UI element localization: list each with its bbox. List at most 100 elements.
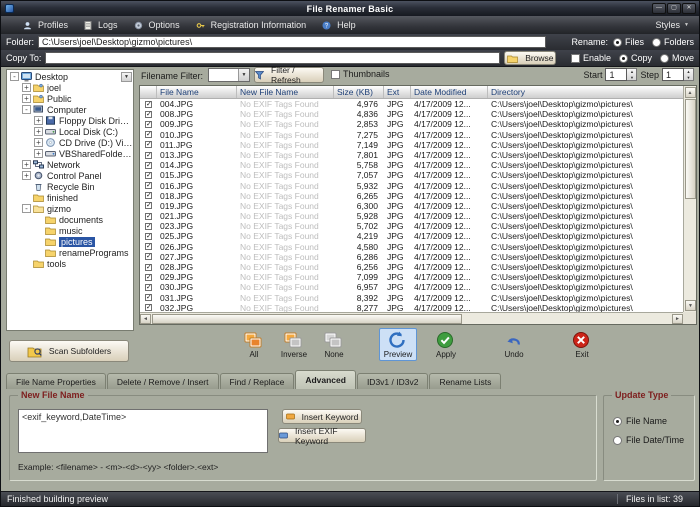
copy-to-input[interactable] [45, 52, 500, 64]
insert-keyword-button[interactable]: Insert Keyword [282, 409, 362, 424]
scroll-left-button[interactable]: ◄ [140, 314, 151, 324]
tab-find-replace[interactable]: Find / Replace [220, 373, 295, 389]
tree-item-cd-drive-d-virtualbox-guest[interactable]: +CD Drive (D:) VirtualBox Guest [7, 137, 133, 148]
tab-id3v1-id3v2[interactable]: ID3v1 / ID3v2 [357, 373, 429, 389]
table-row[interactable]: ✓023.JPGNo EXIF Tags Found5,702JPG4/17/2… [140, 221, 683, 231]
enable-checkbox[interactable] [571, 54, 580, 63]
maximize-button[interactable]: ▢ [667, 3, 681, 14]
tree-expand-toggle[interactable]: + [34, 127, 43, 136]
row-checkbox[interactable]: ✓ [145, 253, 152, 260]
table-row[interactable]: ✓004.JPGNo EXIF Tags Found4,976JPG4/17/2… [140, 99, 683, 109]
table-row[interactable]: ✓011.JPGNo EXIF Tags Found7,149JPG4/17/2… [140, 140, 683, 150]
tree-expand-toggle[interactable]: + [34, 149, 43, 158]
tree-expand-toggle[interactable]: + [34, 138, 43, 147]
row-checkbox[interactable]: ✓ [145, 284, 152, 291]
table-row[interactable]: ✓008.JPGNo EXIF Tags Found4,836JPG4/17/2… [140, 109, 683, 119]
minimize-button[interactable]: — [652, 3, 666, 14]
tree-item-pictures[interactable]: pictures [7, 236, 133, 247]
action-button-none[interactable]: None [315, 328, 353, 361]
rename-folders-radio[interactable] [652, 38, 661, 47]
table-row[interactable]: ✓016.JPGNo EXIF Tags Found5,932JPG4/17/2… [140, 181, 683, 191]
column-header-file-name[interactable]: File Name [157, 86, 237, 98]
action-button-all[interactable]: All [235, 328, 273, 361]
step-input[interactable] [662, 68, 684, 81]
tree-item-music[interactable]: music [7, 225, 133, 236]
insert-exif-keyword-button[interactable]: Insert EXIF Keyword [278, 428, 366, 443]
down-arrow-icon[interactable]: ▼ [627, 75, 636, 81]
row-checkbox[interactable]: ✓ [145, 294, 152, 301]
tree-item-public[interactable]: +Public [7, 93, 133, 104]
table-row[interactable]: ✓019.JPGNo EXIF Tags Found6,300JPG4/17/2… [140, 201, 683, 211]
column-header-directory[interactable]: Directory [488, 86, 683, 98]
tree-item-network[interactable]: +Network [7, 159, 133, 170]
column-header-select[interactable] [140, 86, 157, 98]
table-row[interactable]: ✓029.JPGNo EXIF Tags Found7,099JPG4/17/2… [140, 272, 683, 282]
row-checkbox[interactable]: ✓ [145, 213, 152, 220]
row-checkbox[interactable]: ✓ [145, 274, 152, 281]
table-row[interactable]: ✓030.JPGNo EXIF Tags Found6,957JPG4/17/2… [140, 282, 683, 292]
copy-radio[interactable] [619, 54, 628, 63]
action-button-undo[interactable]: Undo [495, 328, 533, 361]
table-row[interactable]: ✓027.JPGNo EXIF Tags Found6,286JPG4/17/2… [140, 252, 683, 262]
table-row[interactable]: ✓026.JPGNo EXIF Tags Found4,580JPG4/17/2… [140, 242, 683, 252]
scroll-down-button[interactable]: ▼ [685, 300, 696, 311]
tree-item-floppy-disk-drive-a[interactable]: +Floppy Disk Drive (A:) [7, 115, 133, 126]
tab-file-name-properties[interactable]: File Name Properties [6, 373, 106, 389]
horizontal-scrollbar[interactable]: ◄ ► [140, 312, 683, 324]
tree-item-computer[interactable]: -Computer [7, 104, 133, 115]
chevron-down-icon[interactable]: ▼ [121, 72, 132, 82]
row-checkbox[interactable]: ✓ [145, 264, 152, 271]
tab-delete-remove-insert[interactable]: Delete / Remove / Insert [107, 373, 219, 389]
thumbnails-checkbox[interactable] [331, 70, 340, 79]
move-radio[interactable] [660, 54, 669, 63]
tree-expand-toggle[interactable]: - [22, 204, 31, 213]
tab-advanced[interactable]: Advanced [295, 370, 356, 389]
column-header-ext[interactable]: Ext [384, 86, 411, 98]
scroll-right-button[interactable]: ► [672, 314, 683, 324]
action-button-preview[interactable]: Preview [379, 328, 417, 361]
tree-expand-toggle[interactable]: + [34, 116, 43, 125]
column-header-new-file-name[interactable]: New File Name [237, 86, 334, 98]
row-checkbox[interactable]: ✓ [145, 172, 152, 179]
tree-item-desktop[interactable]: -Desktop▼ [7, 71, 133, 82]
row-checkbox[interactable]: ✓ [145, 121, 152, 128]
row-checkbox[interactable]: ✓ [145, 101, 152, 108]
tree-expand-toggle[interactable]: + [22, 160, 31, 169]
start-stepper[interactable]: ▲▼ [627, 68, 637, 81]
tree-item-finished[interactable]: finished [7, 192, 133, 203]
tree-item-tools[interactable]: tools [7, 258, 133, 269]
rename-files-radio[interactable] [613, 38, 622, 47]
tree-item-documents[interactable]: documents [7, 214, 133, 225]
row-checkbox[interactable]: ✓ [145, 233, 152, 240]
row-checkbox[interactable]: ✓ [145, 141, 152, 148]
menu-item-help[interactable]: ?Help [314, 16, 364, 34]
filter-refresh-button[interactable]: Filter / Refresh [254, 67, 324, 83]
row-checkbox[interactable]: ✓ [145, 111, 152, 118]
scrollbar-thumb[interactable] [685, 99, 696, 199]
column-header-size-kb[interactable]: Size (KB) [334, 86, 384, 98]
row-checkbox[interactable]: ✓ [145, 223, 152, 230]
filename-filter-combo[interactable]: ▼ [208, 68, 250, 82]
action-button-exit[interactable]: Exit [563, 328, 601, 361]
close-button[interactable]: ✕ [682, 3, 696, 14]
tree-item-recycle-bin[interactable]: Recycle Bin [7, 181, 133, 192]
table-row[interactable]: ✓015.JPGNo EXIF Tags Found7,057JPG4/17/2… [140, 170, 683, 180]
row-checkbox[interactable]: ✓ [145, 192, 152, 199]
table-row[interactable]: ✓028.JPGNo EXIF Tags Found6,256JPG4/17/2… [140, 262, 683, 272]
row-checkbox[interactable]: ✓ [145, 131, 152, 138]
menu-item-options[interactable]: Options [126, 16, 188, 34]
down-arrow-icon[interactable]: ▼ [684, 75, 693, 81]
folder-path-input[interactable] [38, 36, 546, 48]
vertical-scrollbar[interactable]: ▲ ▼ [683, 86, 696, 312]
browse-button[interactable]: Browse [504, 51, 556, 65]
menu-item-profiles[interactable]: Profiles [15, 16, 76, 34]
tree-item-control-panel[interactable]: +Control Panel [7, 170, 133, 181]
scrollbar-thumb[interactable] [152, 314, 462, 324]
start-input[interactable] [605, 68, 627, 81]
file-datetime-radio[interactable] [613, 436, 622, 445]
row-checkbox[interactable]: ✓ [145, 304, 152, 311]
tree-item-gizmo[interactable]: -gizmo [7, 203, 133, 214]
table-row[interactable]: ✓010.JPGNo EXIF Tags Found7,275JPG4/17/2… [140, 130, 683, 140]
table-row[interactable]: ✓025.JPGNo EXIF Tags Found4,219JPG4/17/2… [140, 231, 683, 241]
tree-expand-toggle[interactable]: + [22, 83, 31, 92]
